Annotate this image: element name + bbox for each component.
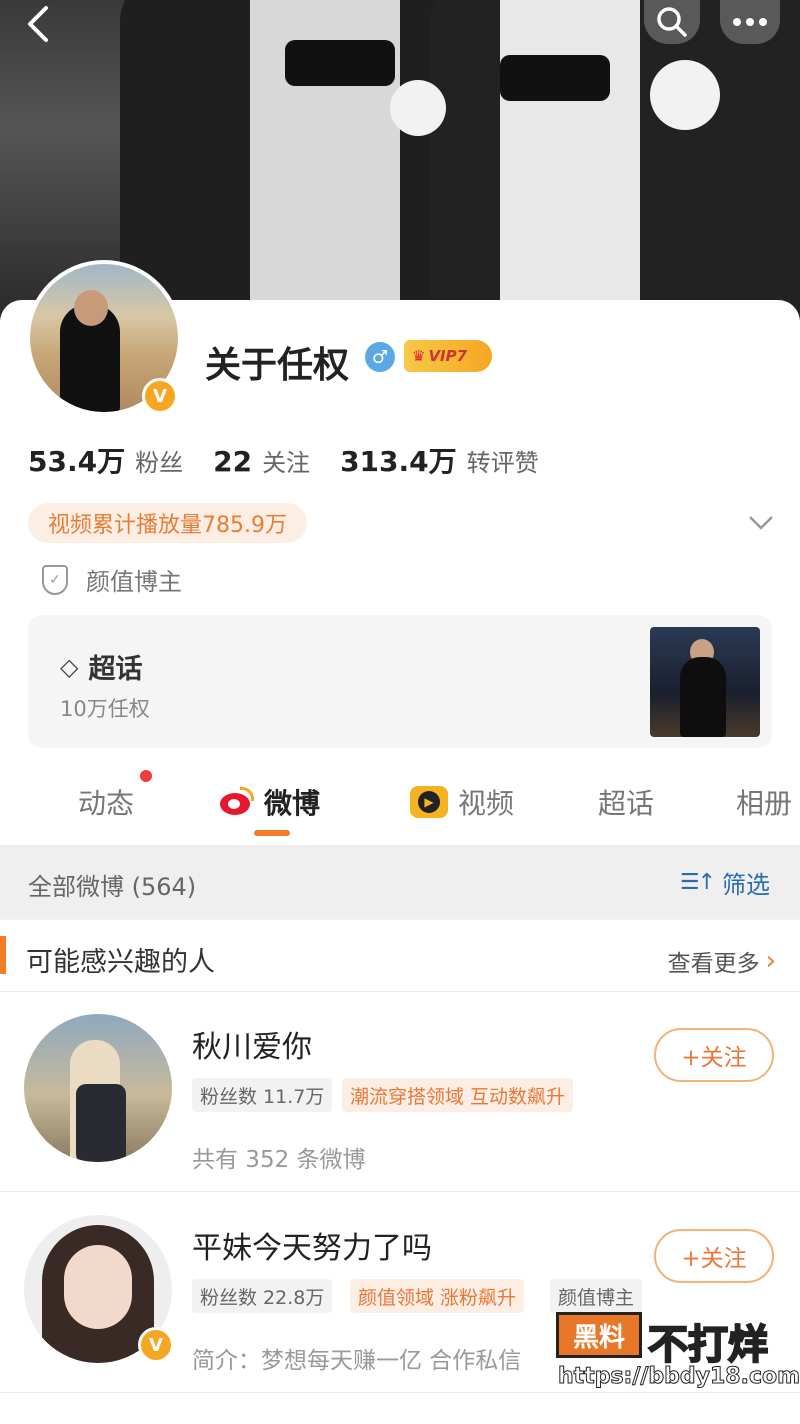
recommendations-header: 可能感兴趣的人 查看更多 › [0, 920, 800, 992]
recommended-user-name[interactable]: 平妹今天努力了吗 [192, 1223, 432, 1267]
trending-tag: 潮流穿搭领域 互动数飙升 [342, 1078, 574, 1112]
vip-badge[interactable]: ♛ VIP7 [404, 340, 492, 372]
tab-weibo-label: 微博 [264, 787, 321, 820]
recommendations-title: 可能感兴趣的人 [26, 947, 215, 978]
section-accent-bar [0, 936, 6, 974]
shield-icon: ✓ [42, 564, 68, 595]
filter-bar: 全部微博 (564) ☰↑ 筛选 [0, 845, 800, 918]
notification-dot [140, 770, 152, 782]
tab-album[interactable]: 相册 [736, 782, 792, 822]
follow-button[interactable]: +关注 [654, 1028, 774, 1082]
see-more-label: 查看更多 [667, 951, 760, 977]
filter-label: 筛选 [722, 871, 770, 899]
trending-tag: 颜值领域 涨粉飙升 [350, 1279, 525, 1313]
stat-following[interactable]: 22 关注 [213, 443, 310, 478]
avatar-face [64, 1245, 132, 1329]
watermark-url: https://bbdy18.com [557, 1364, 800, 1390]
diamond-icon: ◇ [60, 652, 79, 681]
profile-name: 关于任权 [205, 345, 350, 386]
see-more-link[interactable]: 查看更多 › [668, 944, 776, 978]
avatar-face [74, 290, 108, 326]
weibo-logo-icon [218, 787, 254, 817]
stat-fans-label: 粉丝 [135, 449, 184, 477]
recommended-user-desc: 简介：梦想每天赚一亿 合作私信 [192, 1348, 522, 1374]
vip-label: VIP7 [428, 347, 468, 365]
tab-feed[interactable]: 动态 [78, 782, 134, 822]
more-horizontal-icon [733, 18, 767, 26]
recommended-user-avatar[interactable] [24, 1014, 172, 1162]
stat-fans-number: 53.4万 [28, 445, 126, 478]
chevron-left-icon [28, 6, 48, 42]
tab-feed-label: 动态 [78, 787, 135, 820]
search-icon [657, 7, 687, 37]
supertopic-thumbnail [650, 627, 760, 737]
fans-count-tag: 粉丝数 11.7万 [192, 1078, 333, 1112]
recommended-user[interactable]: 秋川爱你 粉丝数 11.7万 潮流穿搭领域 互动数飙升 共有 352 条微博 +… [0, 992, 800, 1192]
tab-supertopic-label: 超话 [598, 787, 655, 820]
tab-video-label: 视频 [458, 787, 515, 820]
fans-count-tag: 粉丝数 22.8万 [192, 1279, 333, 1313]
filter-icon: ☰↑ [679, 870, 716, 895]
verified-badge-icon: V [138, 1327, 174, 1363]
category-tag: 颜值博主 [550, 1279, 643, 1313]
boutonniere-right [650, 60, 720, 130]
expand-chevron-icon[interactable] [748, 508, 774, 538]
stat-fans[interactable]: 53.4万 粉丝 [28, 440, 183, 480]
supertopic-title: ◇ 超话 [60, 647, 142, 686]
bowtie-right [500, 55, 610, 101]
thumb-figure [680, 657, 726, 737]
back-button[interactable] [8, 0, 68, 48]
video-plays-pill[interactable]: 视频累计播放量785.9万 [28, 503, 307, 543]
filter-button[interactable]: ☰↑ 筛选 [680, 865, 770, 900]
tab-video[interactable]: ▶ 视频 [410, 782, 514, 822]
tab-album-label: 相册 [736, 787, 793, 820]
tagline-text: 颜值博主 [86, 568, 182, 596]
active-tab-indicator [254, 830, 290, 836]
crown-icon: ♛ [412, 347, 426, 365]
avatar-figure [76, 1084, 126, 1162]
recommended-user-name[interactable]: 秋川爱你 [192, 1022, 312, 1066]
supertopic-title-text: 超话 [88, 654, 143, 685]
site-watermark: 黑料 不打烊 https://bbdy18.com [556, 1312, 800, 1392]
tab-weibo[interactable]: 微博 [218, 782, 320, 822]
verified-badge-icon: V [142, 378, 178, 414]
stat-engagement[interactable]: 313.4万 转评赞 [340, 440, 539, 480]
recommended-user-desc: 共有 352 条微博 [192, 1147, 366, 1173]
tab-supertopic[interactable]: 超话 [598, 782, 654, 822]
stat-engagement-label: 转评赞 [466, 449, 539, 477]
profile-tagline[interactable]: ✓ 颜值博主 [42, 562, 182, 597]
all-posts-count[interactable]: 全部微博 (564) [28, 867, 196, 902]
watermark-logo-box: 黑料 [556, 1312, 642, 1358]
boutonniere-left [390, 80, 446, 136]
bowtie-left [285, 40, 395, 86]
chevron-right-icon: › [765, 946, 776, 976]
stat-following-label: 关注 [262, 449, 311, 477]
follow-button[interactable]: +关注 [654, 1229, 774, 1283]
profile-stats: 53.4万 粉丝 22 关注 313.4万 转评赞 [28, 440, 569, 480]
cover-shirt-right [500, 0, 640, 320]
watermark-text: 不打烊 [647, 1321, 769, 1369]
stat-engagement-number: 313.4万 [340, 445, 457, 478]
supertopic-card[interactable]: ◇ 超话 10万任权 [28, 615, 772, 748]
video-play-icon: ▶ [410, 786, 448, 818]
male-gender-icon: ♂ [365, 342, 395, 372]
stat-following-number: 22 [213, 445, 253, 478]
supertopic-subtitle: 10万任权 [60, 697, 150, 721]
more-button[interactable] [720, 0, 780, 44]
search-button[interactable] [644, 0, 700, 44]
